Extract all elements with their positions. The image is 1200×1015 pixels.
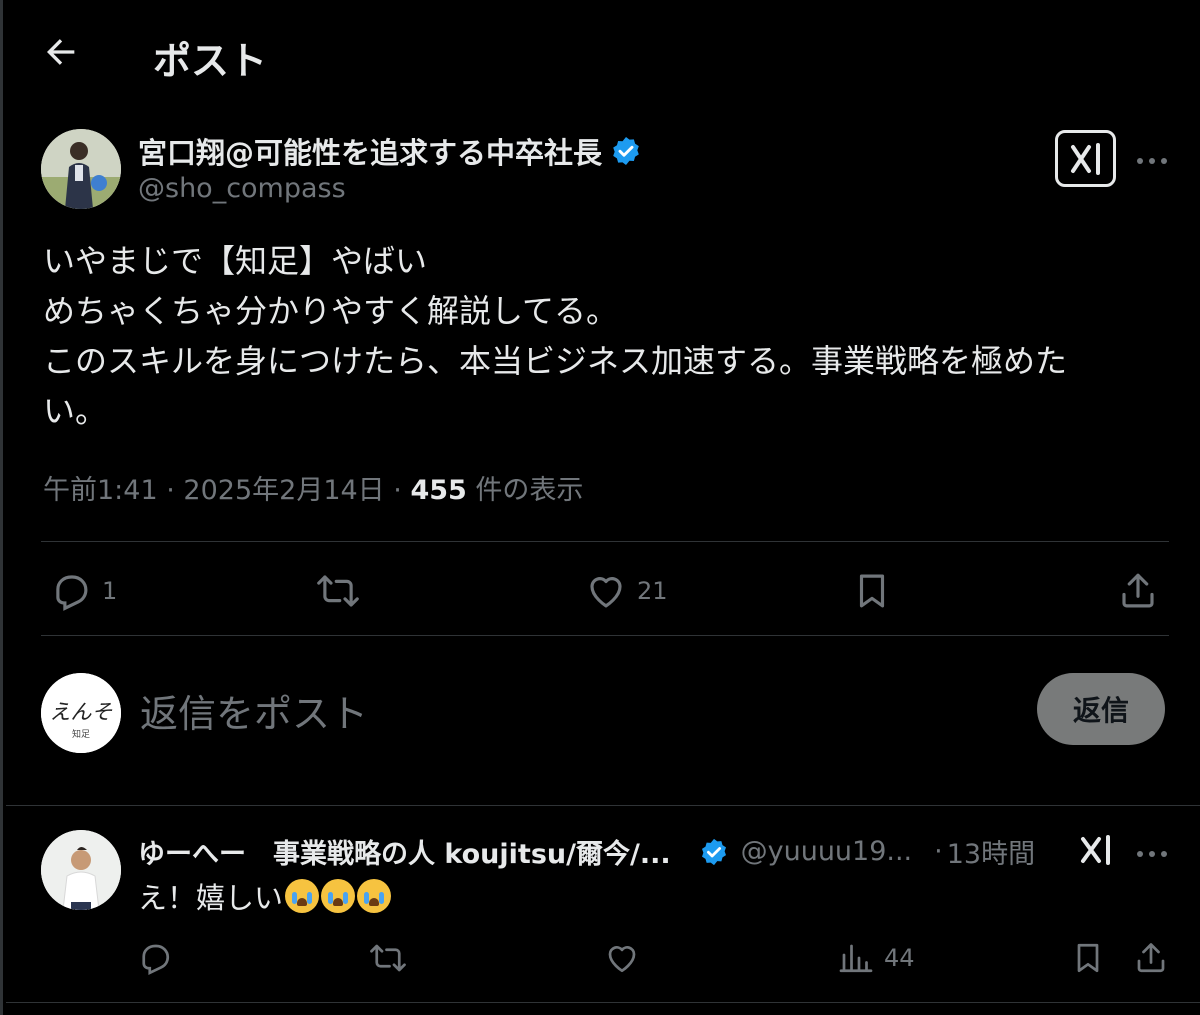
share-action[interactable] xyxy=(1133,940,1169,976)
reply-header: ゆーへー 事業戦略の人 koujitsu/爾今/... @yuuuu19... … xyxy=(138,832,1138,871)
current-user-avatar[interactable]: えんそ 知足 xyxy=(41,673,121,753)
bookmark-icon xyxy=(859,574,885,608)
like-action[interactable] xyxy=(604,940,640,976)
meta-separator: · xyxy=(393,475,402,506)
post-text-line: めちゃくちゃ分かりやすく解説してる。 xyxy=(43,292,619,330)
views-action[interactable]: 44 xyxy=(838,940,915,976)
share-icon xyxy=(1137,943,1165,973)
divider xyxy=(6,805,1200,806)
back-arrow-icon[interactable] xyxy=(41,32,81,72)
divider xyxy=(6,1002,1200,1003)
header: ポスト xyxy=(3,0,1200,108)
more-options-icon[interactable] xyxy=(1134,845,1170,857)
grok-button[interactable] xyxy=(1055,130,1116,187)
analytics-icon xyxy=(839,944,873,973)
reply-button[interactable]: 返信 xyxy=(1037,673,1165,745)
post-text-line: このスキルを身につけたら、本当ビジネス加速する。事業戦略を極めた xyxy=(43,342,1068,380)
post-text: いやまじで【知足】やばい めちゃくちゃ分かりやすく解説してる。 このスキルを身に… xyxy=(43,236,1163,436)
avatar-logo-script: えんそ xyxy=(50,700,113,724)
reply-action[interactable] xyxy=(137,940,173,976)
author-name[interactable]: 宮口翔@可能性を追求する中卒社長 xyxy=(138,130,602,172)
author-name-row: 宮口翔@可能性を追求する中卒社長 xyxy=(138,130,642,172)
post-text-line: いやまじで【知足】やばい xyxy=(43,242,428,280)
repost-action[interactable] xyxy=(370,940,406,976)
reply-time[interactable]: 13時間 xyxy=(947,832,1035,871)
reply-icon xyxy=(142,944,170,975)
share-action[interactable] xyxy=(1117,570,1159,612)
post-date[interactable]: 2025年2月14日 xyxy=(183,475,384,506)
reply-input[interactable]: 返信をポスト xyxy=(140,683,368,738)
post-text-line: い。 xyxy=(43,392,108,430)
loudly-crying-face-icon xyxy=(321,879,356,913)
reply-icon xyxy=(56,575,88,611)
meta-separator: · xyxy=(166,475,175,506)
reply-count: 1 xyxy=(102,577,118,605)
meta-separator: · xyxy=(934,836,943,867)
reply-author-name[interactable]: ゆーへー 事業戦略の人 koujitsu/爾今/... xyxy=(138,832,671,871)
reply-author-avatar[interactable] xyxy=(41,830,121,910)
grok-icon[interactable] xyxy=(1078,833,1116,867)
bookmark-action[interactable] xyxy=(851,570,893,612)
avatar-logo-caption: 知足 xyxy=(72,728,90,740)
loudly-crying-face-icon xyxy=(357,879,392,913)
repost-icon xyxy=(370,944,406,972)
grok-icon xyxy=(1071,143,1100,175)
repost-action[interactable] xyxy=(317,570,359,612)
author-avatar[interactable] xyxy=(41,129,121,209)
like-action[interactable]: 21 xyxy=(585,570,668,612)
reply-text: え！嬉しい xyxy=(138,875,392,917)
author-handle[interactable]: @sho_compass xyxy=(138,173,346,204)
reply-action[interactable]: 1 xyxy=(50,570,117,612)
loudly-crying-face-icon xyxy=(285,879,320,913)
bookmark-icon xyxy=(1077,943,1099,973)
reply-author-handle[interactable]: @yuuuu19... xyxy=(741,836,913,867)
heart-icon xyxy=(590,577,622,608)
page-title: ポスト xyxy=(153,39,268,83)
share-icon xyxy=(1122,573,1154,608)
view-count: 44 xyxy=(884,944,915,972)
verified-badge-icon xyxy=(699,837,729,867)
bookmark-action[interactable] xyxy=(1070,940,1106,976)
reply-text-content: え！嬉しい xyxy=(138,881,284,915)
verified-badge-icon xyxy=(610,135,642,167)
divider xyxy=(41,635,1169,636)
post-time[interactable]: 午前1:41 xyxy=(43,475,158,506)
post-meta: 午前1:41 · 2025年2月14日 · 455 件の表示 xyxy=(43,468,583,507)
repost-icon xyxy=(317,575,359,607)
view-label: 件の表示 xyxy=(475,475,584,506)
view-count: 455 xyxy=(410,475,467,506)
more-options-icon[interactable] xyxy=(1134,152,1170,164)
like-count: 21 xyxy=(637,577,668,605)
heart-icon xyxy=(608,946,636,973)
divider xyxy=(41,541,1169,542)
app-frame: ポスト 宮口翔@可能性を追求する中卒社長 @sho_compass いやまじで【… xyxy=(0,0,1200,1015)
